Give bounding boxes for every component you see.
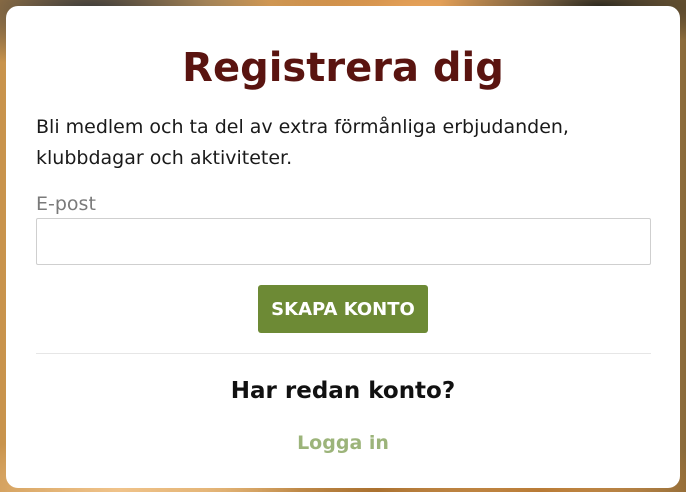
divider <box>36 353 651 354</box>
registration-card: Registrera dig Bli medlem och ta del av … <box>6 6 680 488</box>
intro-text: Bli medlem och ta del av extra förmånlig… <box>36 116 569 169</box>
page-title: Registrera dig <box>182 45 504 91</box>
create-account-button[interactable]: SKAPA KONTO <box>258 285 428 333</box>
login-link[interactable]: Logga in <box>6 431 680 455</box>
existing-account-heading: Har redan konto? <box>230 378 456 404</box>
email-field[interactable] <box>36 218 651 265</box>
email-label: E-post <box>36 193 96 215</box>
